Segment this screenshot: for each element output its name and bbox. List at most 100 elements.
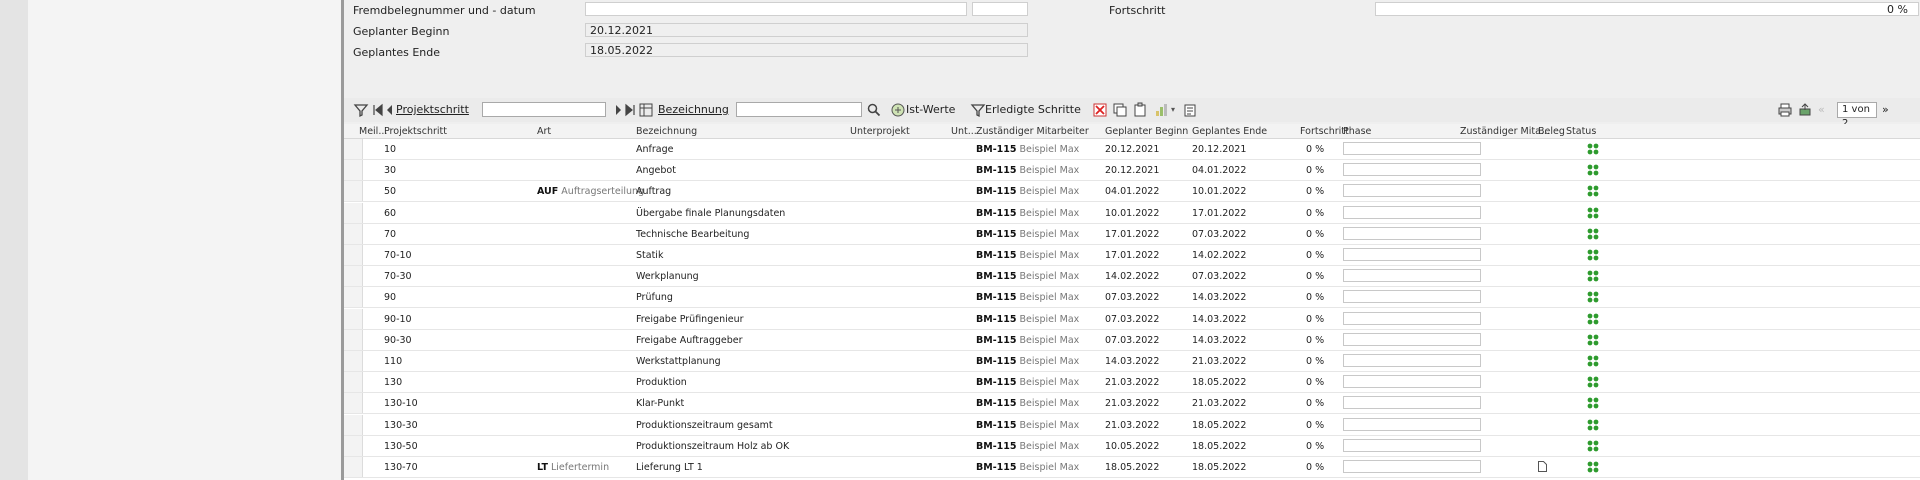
fortschritt-field[interactable]: 0 % (1375, 2, 1919, 16)
col-zustaendiger-mita[interactable]: Zuständiger Mita... (1460, 126, 1550, 137)
delete-icon[interactable] (1092, 102, 1108, 118)
table-row[interactable]: 30 Angebot BM-115 Beispiel Max 20.12.2021 0… (344, 160, 1920, 181)
art-name: Liefertermin (551, 462, 610, 473)
copy-icon[interactable] (1112, 102, 1128, 118)
table-row[interactable]: 60 Übergabe finale Planungsdaten BM-115 B… (344, 203, 1920, 224)
row-gutter[interactable] (344, 393, 363, 413)
row-gutter[interactable] (344, 203, 363, 223)
mitarbeiter-cell: BM-115 Beispiel Max (976, 314, 1079, 325)
phase-cell[interactable] (1343, 227, 1481, 240)
row-gutter[interactable] (344, 415, 363, 435)
phase-cell[interactable] (1343, 396, 1481, 409)
fremdbeleg-date-field[interactable] (972, 2, 1028, 16)
phase-cell[interactable] (1343, 184, 1481, 197)
col-beleg[interactable]: Beleg (1538, 126, 1565, 137)
row-gutter[interactable] (344, 351, 363, 371)
row-gutter[interactable] (344, 266, 363, 286)
main-panel: Fremdbelegnummer und - datum Geplanter B… (344, 0, 1920, 480)
phase-cell[interactable] (1343, 269, 1481, 282)
mitarbeiter-cell: BM-115 Beispiel Max (976, 420, 1079, 431)
row-gutter[interactable] (344, 224, 363, 244)
col-fortschritt[interactable]: Fortschritt (1300, 126, 1349, 137)
status-icon (1587, 270, 1599, 282)
ende-cell: 21.03.2022 (1192, 356, 1247, 367)
paste-icon[interactable] (1132, 102, 1148, 118)
row-gutter[interactable] (344, 436, 363, 456)
phase-cell[interactable] (1343, 248, 1481, 261)
table-row[interactable]: 130 Produktion BM-115 Beispiel Max 21.03.2… (344, 372, 1920, 393)
mitarbeiter-name: Beispiel Max (1019, 208, 1080, 219)
mitarbeiter-code: BM-115 (976, 186, 1017, 197)
phase-cell[interactable] (1343, 375, 1481, 388)
table-row[interactable]: 130-70 LT Liefertermin Lieferung LT 1 BM-11… (344, 457, 1920, 478)
row-gutter[interactable] (344, 181, 363, 201)
chart-icon[interactable] (1154, 102, 1170, 118)
phase-cell[interactable] (1343, 290, 1481, 303)
col-unterprojekt[interactable]: Unterprojekt (850, 126, 910, 137)
phase-cell[interactable] (1343, 354, 1481, 367)
last-record-icon[interactable] (622, 102, 638, 118)
col-mitarbeiter[interactable]: Zuständiger Mitarbeiter (976, 126, 1089, 137)
table-row[interactable]: 10 Anfrage BM-115 Beispiel Max 20.12.2021 2… (344, 139, 1920, 160)
art-cell: LT Liefertermin (537, 462, 609, 473)
row-gutter[interactable] (344, 245, 363, 265)
table-row[interactable]: 70 Technische Bearbeitung BM-115 Beispiel… (344, 224, 1920, 245)
chart-dropdown-arrow-icon[interactable]: ▾ (1171, 102, 1175, 118)
col-bezeichnung[interactable]: Bezeichnung (636, 126, 697, 137)
ist-werte-button[interactable]: Ist-Werte (906, 102, 955, 118)
table-row[interactable]: 90-10 Freigabe Prüfingenieur BM-115 Beisp… (344, 309, 1920, 330)
previous-page-icon[interactable]: « (1818, 102, 1825, 118)
search-icon[interactable] (866, 102, 882, 118)
row-gutter[interactable] (344, 330, 363, 350)
fremdbeleg-number-field[interactable] (585, 2, 967, 16)
row-gutter[interactable] (344, 160, 363, 180)
col-geplanter-beginn[interactable]: Geplanter Beginn (1105, 126, 1188, 137)
col-meil[interactable]: Meil... (359, 126, 387, 137)
settings-list-icon[interactable] (1182, 102, 1198, 118)
geplanter-beginn-field[interactable]: 20.12.2021 (585, 23, 1028, 37)
phase-cell[interactable] (1343, 333, 1481, 346)
geplantes-ende-field[interactable]: 18.05.2022 (585, 43, 1028, 57)
phase-cell[interactable] (1343, 460, 1481, 473)
table-row[interactable]: 110 Werkstattplanung BM-115 Beispiel Max 1… (344, 351, 1920, 372)
phase-cell[interactable] (1343, 142, 1481, 155)
phase-cell[interactable] (1343, 312, 1481, 325)
grid-select-icon[interactable] (638, 102, 654, 118)
phase-cell[interactable] (1343, 163, 1481, 176)
next-page-icon[interactable]: » (1882, 102, 1889, 118)
filter-tree-icon[interactable] (353, 102, 369, 118)
col-phase[interactable]: Phase (1343, 126, 1371, 137)
table-row[interactable]: 130-10 Klar-Punkt BM-115 Beispiel Max 21.0… (344, 393, 1920, 414)
table-row[interactable]: 70-30 Werkplanung BM-115 Beispiel Max 14.0… (344, 266, 1920, 287)
row-gutter[interactable] (344, 139, 363, 159)
col-art[interactable]: Art (537, 126, 551, 137)
table-row[interactable]: 130-50 Produktionszeitraum Holz ab OK BM-… (344, 436, 1920, 457)
print-icon[interactable] (1777, 102, 1793, 118)
row-gutter[interactable] (344, 372, 363, 392)
row-gutter[interactable] (344, 287, 363, 307)
document-icon[interactable] (1538, 461, 1547, 472)
col-geplantes-ende[interactable]: Geplantes Ende (1192, 126, 1267, 137)
filter-icon (970, 104, 986, 118)
phase-cell[interactable] (1343, 418, 1481, 431)
mitarbeiter-code: BM-115 (976, 144, 1017, 155)
export-icon[interactable] (1797, 102, 1813, 118)
col-status[interactable]: Status (1566, 126, 1596, 137)
status-icon (1587, 249, 1599, 261)
table-row[interactable]: 50 AUF Auftragserteilung Auftrag BM-115 Bei… (344, 181, 1920, 202)
row-gutter[interactable] (344, 309, 363, 329)
col-unt[interactable]: Unt... (951, 126, 977, 137)
col-projektschritt[interactable]: Projektschritt (384, 126, 447, 137)
table-row[interactable]: 90 Prüfung BM-115 Beispiel Max 07.03.2022 1… (344, 287, 1920, 308)
table-row[interactable]: 130-30 Produktionszeitraum gesamt BM-115 … (344, 415, 1920, 436)
row-gutter[interactable] (344, 457, 363, 477)
table-row[interactable]: 90-30 Freigabe Auftraggeber BM-115 Beispi… (344, 330, 1920, 351)
table-row[interactable]: 70-10 Statik BM-115 Beispiel Max 17.01.202… (344, 245, 1920, 266)
erledigte-schritte-button[interactable]: Erledigte Schritte (985, 102, 1081, 118)
projektschritt-search-input[interactable] (482, 102, 606, 117)
mitarbeiter-cell: BM-115 Beispiel Max (976, 356, 1079, 367)
phase-cell[interactable] (1343, 206, 1481, 219)
phase-cell[interactable] (1343, 439, 1481, 452)
bezeichnung-search-input[interactable] (736, 102, 862, 117)
page-indicator[interactable]: 1 von 2 (1837, 102, 1877, 129)
